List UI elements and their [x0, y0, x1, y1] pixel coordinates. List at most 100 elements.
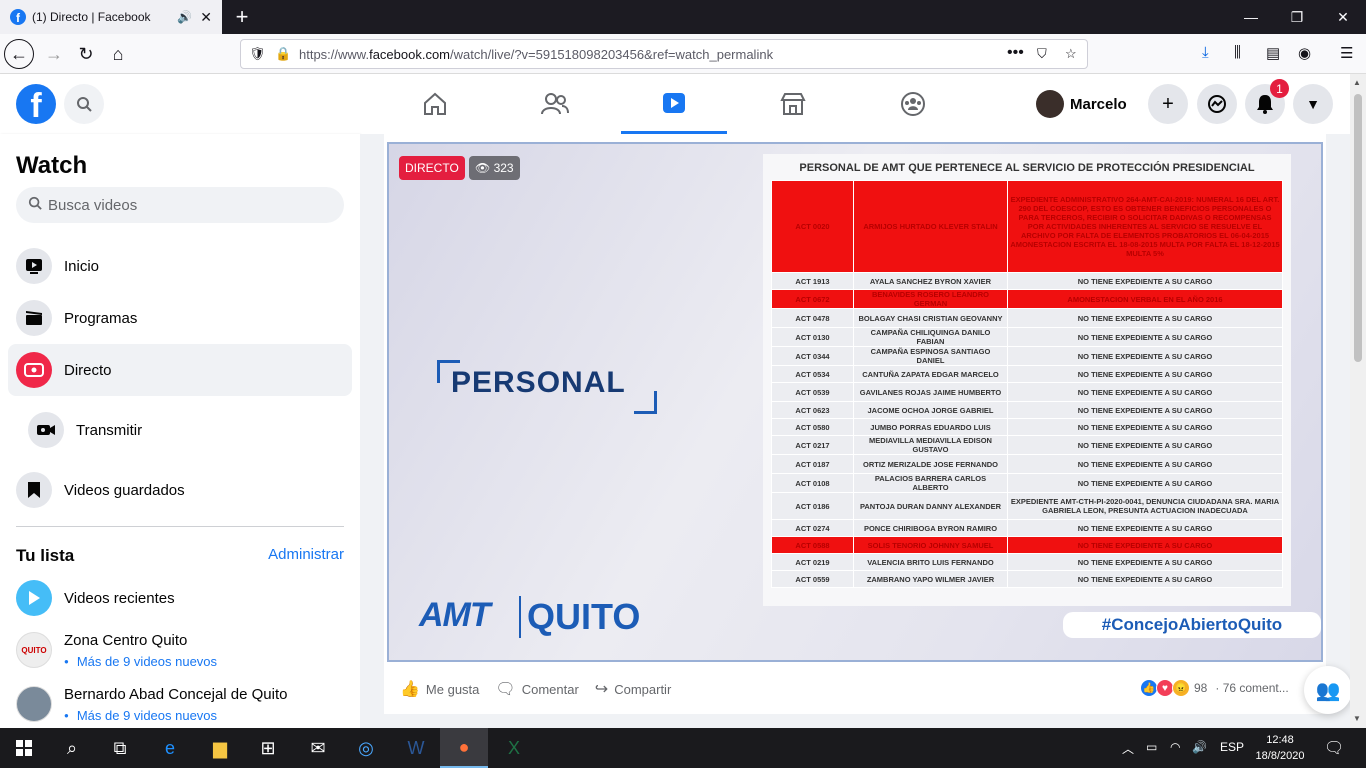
reaction-summary[interactable]: 👍 ♥ 😠 98 · 76 coment...: [1140, 679, 1289, 697]
comment-button[interactable]: 🗨 Comentar: [495, 679, 578, 699]
main-content: DIRECTO 👁 323 PERSONAL PERSONAL DE AMT Q…: [360, 134, 1352, 728]
browser-tab-bar: f (1) Directo | Facebook 🔊 ✕ + — ❐ ✕: [0, 0, 1366, 34]
user-profile-chip[interactable]: Marcelo: [1036, 88, 1127, 120]
wifi-icon[interactable]: ◠: [1170, 740, 1180, 754]
table-cell: ACT 0274: [771, 519, 854, 537]
home-nav-icon[interactable]: [382, 74, 488, 134]
table-row: ACT 0623 JACOME OCHOA JORGE GABRIEL NO TIE…: [771, 401, 1283, 419]
live-video-player[interactable]: DIRECTO 👁 323 PERSONAL PERSONAL DE AMT Q…: [387, 142, 1323, 662]
search-icon[interactable]: [64, 84, 104, 124]
create-plus-icon[interactable]: +: [1148, 84, 1188, 124]
more-actions-icon[interactable]: •••: [1007, 44, 1024, 62]
mail-icon[interactable]: ✉: [294, 728, 342, 768]
speaker-icon[interactable]: 🔊: [177, 10, 192, 24]
restore-icon[interactable]: ❐: [1274, 0, 1320, 34]
reload-icon[interactable]: ↻: [70, 38, 102, 70]
table-row: ACT 0274 PONCE CHIRIBOGA BYRON RAMIRO NO T…: [771, 519, 1283, 537]
sidebar-item-transmitir[interactable]: Transmitir: [20, 404, 352, 456]
sidebar-item-programas[interactable]: Programas: [8, 292, 352, 344]
watch-nav-icon[interactable]: [621, 74, 727, 134]
share-button[interactable]: ↪ Compartir: [595, 679, 671, 699]
lock-icon[interactable]: 🔒: [275, 46, 291, 62]
forward-icon[interactable]: →: [38, 38, 70, 70]
manage-link[interactable]: Administrar: [268, 546, 344, 563]
table-cell: ACT 0187: [771, 454, 854, 474]
browser-tab[interactable]: f (1) Directo | Facebook 🔊 ✕: [0, 0, 222, 34]
account-icon[interactable]: ◉: [1298, 44, 1311, 62]
table-cell: NO TIENE EXPEDIENTE A SU CARGO: [1007, 401, 1283, 419]
bookmark-star-icon[interactable]: ☆: [1065, 46, 1077, 62]
safari-icon[interactable]: ◎: [342, 728, 390, 768]
volume-icon[interactable]: 🔊: [1192, 740, 1207, 754]
hashtag-banner: #ConcejoAbiertoQuito: [1063, 612, 1321, 638]
battery-icon[interactable]: ▭: [1146, 740, 1157, 754]
share-icon: ↪: [594, 681, 609, 698]
table-cell: ACT 0539: [771, 382, 854, 402]
table-cell: ARMIJOS HURTADO KLEVER STALIN: [853, 180, 1008, 273]
viewers-people-icon[interactable]: 👥: [1304, 666, 1352, 714]
file-explorer-icon[interactable]: ▆: [196, 728, 244, 768]
like-button[interactable]: 👍 Me gusta: [400, 679, 479, 699]
excel-icon[interactable]: X: [490, 728, 538, 768]
firefox-icon[interactable]: ●: [440, 728, 488, 768]
table-cell: ACT 0217: [771, 435, 854, 455]
pocket-icon[interactable]: ⛉: [1037, 46, 1047, 62]
scroll-down-icon[interactable]: ▼: [1353, 714, 1361, 723]
close-window-icon[interactable]: ✕: [1320, 0, 1366, 34]
shield-icon[interactable]: 🛡: [249, 46, 266, 62]
home-icon[interactable]: ⌂: [102, 38, 134, 70]
new-tab-icon[interactable]: +: [230, 4, 254, 30]
notifications-center-icon[interactable]: 🗨: [1324, 738, 1344, 758]
table-row: ACT 1913 AYALA SANCHEZ BYRON XAVIER NO TIE…: [771, 272, 1283, 290]
table-row: ACT 0187 ORTIZ MERIZALDE JOSE FERNANDO NO …: [771, 454, 1283, 474]
edge-icon[interactable]: e: [146, 728, 194, 768]
scroll-up-icon[interactable]: ▲: [1353, 78, 1361, 87]
windows-start-icon[interactable]: [0, 728, 48, 768]
sidebar-icon[interactable]: ▤: [1266, 44, 1280, 62]
search-input[interactable]: Busca videos: [16, 187, 344, 223]
friends-nav-icon[interactable]: [502, 74, 608, 134]
library-icon[interactable]: ⫼: [1234, 44, 1241, 61]
close-tab-icon[interactable]: ✕: [200, 9, 212, 26]
list-item[interactable]: Bernardo Abad Concejal de Quito Más de 9…: [16, 686, 356, 728]
search-icon[interactable]: ⌕: [48, 728, 96, 768]
quito-logo: QUITO: [519, 596, 640, 638]
word-icon[interactable]: W: [392, 728, 440, 768]
table-cell: VALENCIA BRITO LUIS FERNANDO: [853, 553, 1008, 571]
marketplace-nav-icon[interactable]: [740, 74, 846, 134]
download-icon[interactable]: ⤓: [1202, 44, 1209, 61]
table-cell: CAMPAÑA CHILIQUINGA DANILO FABIAN: [853, 327, 1008, 347]
comment-count[interactable]: · 76 coment...: [1215, 681, 1288, 695]
menu-icon[interactable]: ☰: [1340, 44, 1353, 62]
live-badge: DIRECTO: [399, 156, 465, 180]
sidebar-item-videos-guardados[interactable]: Videos guardados: [8, 464, 352, 516]
groups-nav-icon[interactable]: [860, 74, 966, 134]
task-view-icon[interactable]: ⧉: [96, 728, 144, 768]
facebook-logo-icon[interactable]: f: [16, 84, 56, 124]
sidebar-item-inicio[interactable]: Inicio: [8, 240, 352, 292]
sidebar-item-videos-recientes[interactable]: Videos recientes: [8, 572, 352, 624]
scrollbar-thumb[interactable]: [1354, 94, 1362, 362]
minimize-icon[interactable]: —: [1228, 0, 1274, 34]
table-cell: PONCE CHIRIBOGA BYRON RAMIRO: [853, 519, 1008, 537]
back-icon[interactable]: ←: [4, 39, 34, 69]
page-title: Watch: [16, 152, 88, 179]
table-cell: PANTOJA DURAN DANNY ALEXANDER: [853, 492, 1008, 520]
table-cell: EXPEDIENTE ADMINISTRATIVO 264-AMT-CAI-20…: [1007, 180, 1283, 273]
page-scrollbar[interactable]: ▲ ▼: [1350, 74, 1366, 728]
table-cell: NO TIENE EXPEDIENTE A SU CARGO: [1007, 418, 1283, 436]
sidebar-item-directo[interactable]: Directo: [8, 344, 352, 396]
eye-icon: 👁: [475, 161, 491, 175]
url-bar[interactable]: 🛡 🔒 https://www.facebook.com/watch/live/…: [240, 39, 1088, 69]
language-indicator[interactable]: ESP: [1220, 740, 1244, 754]
watch-sidebar: Watch Busca videos Inicio Programas Dire…: [0, 134, 360, 728]
list-item[interactable]: QUITO Zona Centro Quito Más de 9 videos …: [16, 632, 356, 682]
table-cell: ACT 0580: [771, 418, 854, 436]
messenger-icon[interactable]: [1197, 84, 1237, 124]
divider: [16, 526, 344, 527]
tray-chevron-icon[interactable]: ︿: [1122, 740, 1134, 757]
personnel-table: ACT 0020 ARMIJOS HURTADO KLEVER STALIN EXP…: [771, 180, 1283, 588]
account-menu-chevron-icon[interactable]: ▼: [1293, 84, 1333, 124]
system-clock[interactable]: 12:48 18/8/2020: [1252, 732, 1308, 764]
store-icon[interactable]: ⊞: [244, 728, 292, 768]
